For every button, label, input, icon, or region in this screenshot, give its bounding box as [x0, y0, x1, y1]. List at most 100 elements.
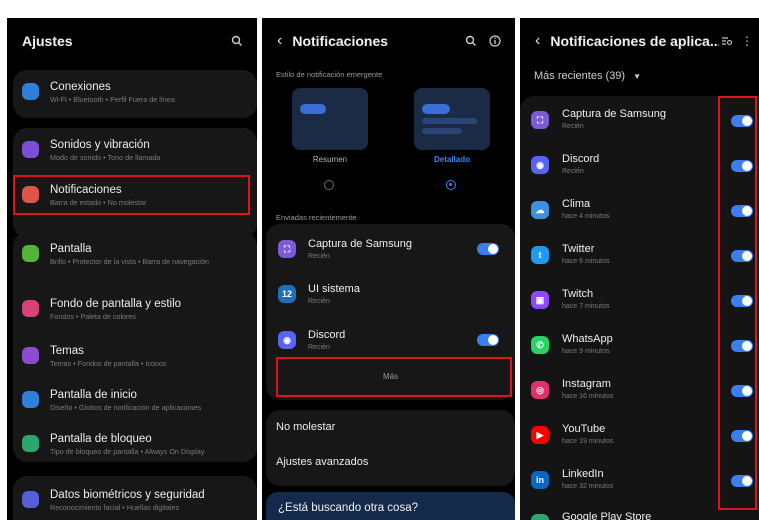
sort-dropdown[interactable]: Más recientes (39) ▼	[534, 70, 641, 82]
info-icon[interactable]	[487, 33, 503, 49]
search-icon[interactable]	[463, 33, 479, 49]
page-title: Notificaciones de aplica...	[550, 33, 719, 49]
style-radio-detailed[interactable]	[446, 180, 456, 190]
item-sub: Temas • Fondos de pantalla • Iconos	[50, 359, 167, 368]
settings-item-fondo[interactable]: Fondo de pantalla y estilo Fondos • Pale…	[13, 297, 257, 322]
highlight-box	[276, 357, 512, 397]
item-label: Conexiones	[50, 81, 111, 93]
app-name: Instagram	[562, 378, 611, 390]
linkedin-icon: in	[531, 471, 549, 489]
toggle-switch[interactable]	[477, 334, 499, 346]
app-name: Captura de Samsung	[562, 108, 666, 120]
wallpaper-icon	[22, 300, 39, 317]
toggle-switch[interactable]	[477, 243, 499, 255]
app-time: hace 9 minutos	[562, 348, 610, 355]
dropdown-arrow-icon: ▼	[633, 72, 642, 81]
app-time: Recién	[308, 298, 330, 305]
settings-item-biometricos[interactable]: Datos biométricos y seguridad Reconocimi…	[13, 488, 257, 513]
search-suggestion-card[interactable]: ¿Está buscando otra cosa?	[266, 492, 515, 520]
style-preview-detailed[interactable]	[414, 88, 490, 150]
twitch-icon: ▣	[531, 291, 549, 309]
app-name: Twitch	[562, 288, 594, 300]
settings-panel: Ajustes Conexiones Wi-Fi • Bluetooth • P…	[7, 18, 257, 520]
app-time: Recién	[308, 344, 330, 351]
app-name: UI sistema	[308, 283, 360, 295]
settings-header: Ajustes	[7, 18, 257, 64]
app-time: hace 7 minutos	[562, 303, 610, 310]
twitter-icon: t	[531, 246, 549, 264]
item-sub: Brillo • Protector de la vista • Barra d…	[50, 257, 209, 266]
app-notifications-header: ‹ Notificaciones de aplica... ⋮	[520, 18, 759, 64]
app-name: Twitter	[562, 243, 595, 255]
app-time: hace 32 minutos	[562, 483, 614, 490]
notifications-header: ‹ Notificaciones	[262, 18, 515, 64]
back-arrow-icon[interactable]: ‹	[535, 32, 540, 50]
screenshot-icon: ⛶	[531, 111, 549, 129]
app-row[interactable]: ▶ Google Play Store	[520, 510, 759, 520]
whatsapp-icon: ✆	[531, 336, 549, 354]
app-time: hace 4 minutos	[562, 213, 610, 220]
app-time: hace 6 minutos	[562, 258, 610, 265]
app-name: WhatsApp	[562, 333, 613, 345]
style-label-detailed: Detallado	[433, 155, 470, 164]
settings-item-inicio[interactable]: Pantalla de inicio Diseño • Globos de no…	[13, 388, 257, 413]
app-time: Recién	[308, 253, 330, 260]
item-sub: Tipo de bloqueo de pantalla • Always On …	[50, 447, 205, 456]
item-label: Temas	[50, 345, 84, 357]
item-sub: Wi-Fi • Bluetooth • Perfil Fuera de líne…	[50, 95, 175, 104]
app-time: Recién	[562, 123, 584, 130]
item-label: Pantalla de inicio	[50, 389, 137, 401]
screenshot-icon: ⛶	[278, 240, 296, 258]
item-sub: Diseño • Globos de notificación de aplic…	[50, 403, 202, 412]
notifications-panel: ‹ Notificaciones Estilo de notificación …	[262, 18, 515, 520]
do-not-disturb-item[interactable]: No molestar	[276, 421, 335, 433]
app-name: YouTube	[562, 423, 606, 435]
back-arrow-icon[interactable]: ‹	[277, 32, 282, 50]
style-radio-brief[interactable]	[324, 180, 334, 190]
app-name: LinkedIn	[562, 468, 604, 480]
highlight-box	[13, 175, 250, 215]
app-time: Recién	[562, 168, 584, 175]
recent-app-row[interactable]: 12 UI sistema Recién	[266, 282, 515, 307]
search-suggestion-text: ¿Está buscando otra cosa?	[278, 502, 418, 514]
settings-item-pantalla[interactable]: Pantalla Brillo • Protector de la vista …	[13, 242, 257, 267]
brightness-icon	[22, 245, 39, 262]
item-sub: Modo de sonido • Tono de llamada	[50, 153, 161, 162]
item-sub: Reconocimiento facial • Huellas digitale…	[50, 503, 180, 512]
filter-search-icon[interactable]	[719, 33, 735, 49]
app-name: Discord	[308, 329, 346, 341]
settings-item-temas[interactable]: Temas Temas • Fondos de pantalla • Icono…	[13, 344, 257, 369]
wifi-icon	[22, 83, 39, 100]
highlight-box	[718, 96, 757, 510]
app-name: Clima	[562, 198, 591, 210]
page-title: Notificaciones	[292, 33, 389, 49]
lock-icon	[22, 435, 39, 452]
item-sub: Fondos • Paleta de colores	[50, 312, 137, 321]
style-preview-brief[interactable]	[292, 88, 368, 150]
sort-dropdown-label: Más recientes (39)	[534, 70, 626, 82]
preview-bar	[300, 104, 326, 114]
item-label: Pantalla	[50, 243, 92, 255]
recent-caption: Enviadas recientemente	[276, 213, 357, 222]
youtube-icon: ▶	[531, 426, 549, 444]
settings-item-bloqueo[interactable]: Pantalla de bloqueo Tipo de bloqueo de p…	[13, 432, 257, 457]
shield-icon	[22, 491, 39, 508]
settings-group-display: Pantalla Brillo • Protector de la vista …	[13, 232, 257, 462]
instagram-icon: ◎	[531, 381, 549, 399]
preview-line	[422, 118, 477, 124]
discord-icon: ◉	[531, 156, 549, 174]
app-name: Google Play Store	[562, 511, 652, 520]
settings-item-sonidos[interactable]: Sonidos y vibración Modo de sonido • Ton…	[13, 138, 257, 163]
preview-bar	[422, 104, 450, 114]
advanced-settings-item[interactable]: Ajustes avanzados	[276, 456, 368, 468]
preview-line	[422, 128, 462, 134]
style-label-brief: Resumen	[312, 155, 348, 164]
item-label: Fondo de pantalla y estilo	[50, 298, 182, 310]
app-name: Discord	[562, 153, 600, 165]
more-options-icon[interactable]: ⋮	[739, 33, 755, 49]
settings-item-conexiones[interactable]: Conexiones Wi-Fi • Bluetooth • Perfil Fu…	[13, 80, 257, 105]
search-icon[interactable]	[229, 33, 245, 49]
play-store-icon: ▶	[531, 514, 549, 520]
page-title: Ajustes	[22, 33, 73, 49]
home-icon	[22, 391, 39, 408]
